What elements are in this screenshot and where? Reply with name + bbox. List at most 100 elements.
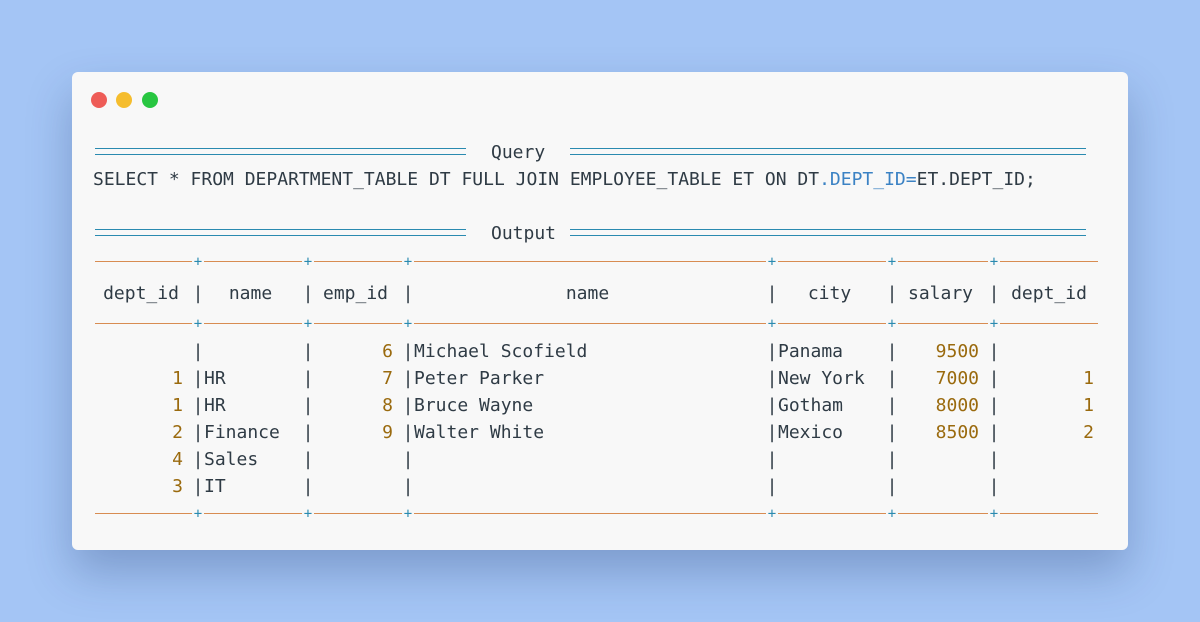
border-segment bbox=[204, 323, 302, 324]
column-divider: | bbox=[302, 476, 314, 497]
table-cell: 8500 bbox=[935, 422, 979, 443]
border-segment bbox=[414, 323, 766, 324]
column-divider: | bbox=[886, 341, 898, 362]
column-divider: | bbox=[766, 368, 778, 389]
column-divider: | bbox=[886, 395, 898, 416]
column-divider: | bbox=[302, 422, 314, 443]
column-divider: | bbox=[886, 283, 898, 304]
table-cell: 8 bbox=[382, 395, 393, 416]
double-rule bbox=[95, 229, 466, 236]
column-divider: | bbox=[988, 422, 1000, 443]
column-divider: | bbox=[766, 395, 778, 416]
close-window-button[interactable] bbox=[91, 92, 107, 108]
column-divider: | bbox=[988, 283, 1000, 304]
column-header: dept_id bbox=[103, 283, 179, 304]
border-segment bbox=[898, 513, 988, 514]
table-cell: 7000 bbox=[935, 368, 979, 389]
border-junction: + bbox=[989, 506, 999, 522]
column-divider: | bbox=[192, 341, 204, 362]
border-junction: + bbox=[887, 254, 897, 270]
double-rule bbox=[95, 148, 466, 155]
column-divider: | bbox=[766, 422, 778, 443]
table-header-row: dept_id name emp_id name city salary dept_id | |… bbox=[95, 278, 1098, 310]
minimize-window-button[interactable] bbox=[116, 92, 132, 108]
table-cell: Sales bbox=[204, 449, 259, 470]
table-row: 1 HR 7 Peter Parker New York 7000 1 | | | | | | bbox=[95, 365, 1098, 392]
column-divider: | bbox=[302, 341, 314, 362]
column-divider: | bbox=[192, 368, 204, 389]
column-divider: | bbox=[402, 368, 414, 389]
column-divider: | bbox=[988, 449, 1000, 470]
maximize-window-button[interactable] bbox=[142, 92, 158, 108]
border-junction: + bbox=[403, 254, 413, 270]
table-cell: 9500 bbox=[935, 341, 979, 362]
column-divider: | bbox=[402, 476, 414, 497]
column-header: salary bbox=[907, 283, 974, 304]
column-divider: | bbox=[886, 476, 898, 497]
table-cell: Walter White bbox=[414, 422, 545, 443]
border-segment bbox=[314, 513, 402, 514]
border-segment bbox=[898, 323, 988, 324]
border-segment bbox=[898, 261, 988, 262]
result-table: + + + + + + dept_id name emp_id name city salary dep… bbox=[95, 252, 1098, 524]
column-divider: | bbox=[192, 283, 204, 304]
table-row: 6 Michael Scofield Panama 9500 | | | | | | bbox=[95, 338, 1098, 365]
double-rule bbox=[570, 148, 1086, 155]
column-header: emp_id bbox=[322, 283, 389, 304]
table-border: + + + + + + bbox=[95, 314, 1098, 334]
border-segment bbox=[314, 323, 402, 324]
border-junction: + bbox=[403, 506, 413, 522]
sql-highlight: .DEPT_ID= bbox=[819, 169, 917, 190]
border-junction: + bbox=[887, 506, 897, 522]
table-cell: 1 bbox=[172, 368, 183, 389]
table-cell: 1 bbox=[172, 395, 183, 416]
column-header: city bbox=[807, 283, 852, 304]
column-divider: | bbox=[302, 283, 314, 304]
table-cell: Finance bbox=[204, 422, 280, 443]
table-cell: Michael Scofield bbox=[414, 341, 588, 362]
column-divider: | bbox=[988, 368, 1000, 389]
border-segment bbox=[414, 513, 766, 514]
table-cell: 2 bbox=[172, 422, 183, 443]
border-segment bbox=[95, 261, 192, 262]
border-junction: + bbox=[767, 316, 777, 332]
column-divider: | bbox=[302, 449, 314, 470]
border-segment bbox=[314, 261, 402, 262]
column-divider: | bbox=[886, 422, 898, 443]
query-label: Query bbox=[491, 142, 546, 163]
table-cell: 7 bbox=[382, 368, 393, 389]
column-divider: | bbox=[302, 395, 314, 416]
column-divider: | bbox=[988, 341, 1000, 362]
column-divider: | bbox=[402, 395, 414, 416]
column-divider: | bbox=[766, 341, 778, 362]
sql-text: SELECT * FROM DEPARTMENT_TABLE DT FULL J… bbox=[93, 169, 820, 190]
query-section-header: Query bbox=[95, 142, 1086, 164]
border-segment bbox=[95, 513, 192, 514]
column-divider: | bbox=[402, 449, 414, 470]
column-divider: | bbox=[402, 341, 414, 362]
table-body: 6 Michael Scofield Panama 9500 | | | | | | 1 HR 7 Pet… bbox=[95, 338, 1098, 500]
column-divider: | bbox=[192, 422, 204, 443]
table-cell: IT bbox=[204, 476, 226, 497]
border-segment bbox=[204, 261, 302, 262]
border-junction: + bbox=[767, 254, 777, 270]
column-header: dept_id bbox=[1011, 283, 1087, 304]
table-row: 1 HR 8 Bruce Wayne Gotham 8000 1 | | | | | | bbox=[95, 392, 1098, 419]
table-cell: Gotham bbox=[778, 395, 844, 416]
table-cell: HR bbox=[204, 395, 226, 416]
column-divider: | bbox=[766, 476, 778, 497]
column-divider: | bbox=[192, 395, 204, 416]
column-divider: | bbox=[402, 283, 414, 304]
table-row: 4 Sales | | | | | | bbox=[95, 446, 1098, 473]
border-junction: + bbox=[193, 506, 203, 522]
border-segment bbox=[95, 323, 192, 324]
table-cell: Bruce Wayne bbox=[414, 395, 534, 416]
table-cell: 2 bbox=[1083, 422, 1094, 443]
column-divider: | bbox=[192, 449, 204, 470]
border-junction: + bbox=[989, 254, 999, 270]
column-divider: | bbox=[302, 368, 314, 389]
sql-text-end: ET.DEPT_ID; bbox=[916, 169, 1036, 190]
table-cell: 4 bbox=[172, 449, 183, 470]
column-divider: | bbox=[192, 476, 204, 497]
border-junction: + bbox=[193, 254, 203, 270]
